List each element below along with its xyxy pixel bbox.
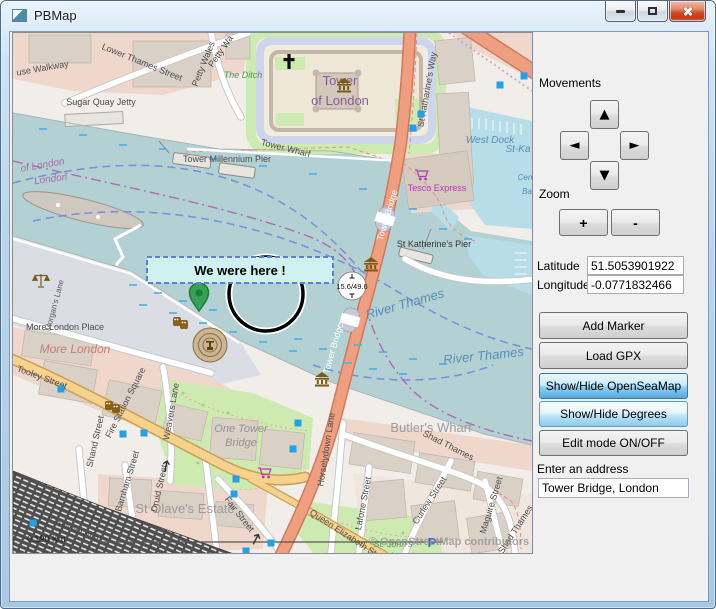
map-label-one-tower: One Tower (214, 423, 269, 435)
map-label-cen: Cen (518, 173, 532, 182)
map-label-sugar-quay-jetty: Sugar Quay Jetty (66, 97, 136, 107)
longitude-input[interactable] (587, 275, 684, 294)
zoom-label: Zoom (539, 187, 570, 201)
edit-handle[interactable] (141, 430, 148, 437)
map-label-more-london: More London (40, 342, 111, 356)
zoom-out-button[interactable]: - (611, 209, 660, 236)
edit-mode-button[interactable]: Edit mode ON/OFF (539, 430, 688, 456)
edit-handle[interactable] (410, 125, 417, 132)
load-gpx-button[interactable]: Load GPX (539, 342, 688, 369)
maximize-icon (648, 7, 657, 15)
map-label-tower-millennium-pier: Tower Millennium Pier (183, 154, 271, 164)
close-icon (682, 5, 694, 17)
minimize-button[interactable] (605, 1, 636, 22)
edit-handle[interactable] (243, 548, 250, 554)
edit-handle[interactable] (58, 386, 65, 393)
left-arrow-icon: ◄ (570, 138, 580, 153)
maximize-button[interactable] (637, 1, 668, 22)
move-up-button[interactable]: ▲ (590, 100, 619, 129)
we-were-here-label[interactable]: We were here ! (147, 257, 333, 283)
edit-handle[interactable] (231, 491, 238, 498)
edit-handle[interactable] (268, 540, 275, 547)
move-left-button[interactable]: ◄ (560, 131, 589, 160)
clearance-text: 15.6/49.6 (336, 282, 367, 291)
edit-handle[interactable] (497, 82, 504, 89)
address-label: Enter an address (537, 462, 628, 476)
amphitheatre-icon (193, 328, 227, 362)
close-button[interactable] (669, 1, 706, 22)
map-label-the-ditch: The Ditch (224, 70, 263, 80)
map-label-0-190-km: 0.190 Km (27, 534, 66, 544)
caption-buttons (605, 1, 706, 22)
map-label-more-london-place: More London Place (26, 322, 104, 332)
move-right-button[interactable]: ► (620, 131, 649, 160)
map-label-churchyard: Churchyard (367, 551, 415, 553)
map-label-st-ka: St-Ka (505, 144, 530, 155)
app-window: PBMap (0, 0, 716, 609)
zoom-in-button[interactable]: + (559, 209, 608, 236)
edit-handle[interactable] (521, 73, 528, 80)
osm-attribution: © OpenStreetMap contributors (369, 536, 529, 548)
titlebar[interactable]: PBMap (1, 1, 715, 31)
edit-handle[interactable] (30, 520, 37, 527)
minimize-icon (616, 10, 625, 13)
movements-label: Movements (539, 76, 601, 90)
toggle-openseamap-button[interactable]: Show/Hide OpenSeaMap (539, 373, 688, 399)
edit-handle[interactable] (120, 431, 127, 438)
map-label-tower: Tower (323, 73, 358, 88)
window-title: PBMap (34, 8, 77, 23)
app-icon (12, 9, 27, 22)
move-down-button[interactable]: ▼ (590, 161, 619, 190)
toggle-degrees-button[interactable]: Show/Hide Degrees (539, 401, 688, 427)
map-label-of-london: of London (311, 93, 369, 108)
latitude-label: Latitude (537, 259, 580, 273)
down-arrow-icon: ▼ (600, 168, 610, 183)
map-label-tesco-express: Tesco Express (408, 183, 467, 193)
up-arrow-icon: ▲ (600, 107, 610, 122)
add-marker-button[interactable]: Add Marker (539, 312, 688, 339)
edit-handle[interactable] (233, 476, 240, 483)
map-label-st-katherine-s-pier: St Katherine's Pier (397, 239, 471, 249)
right-arrow-icon: ► (630, 138, 640, 153)
map-label-bridge: Bridge (225, 437, 257, 449)
map-label-ba: Ba (522, 187, 532, 196)
edit-handle[interactable] (295, 420, 302, 427)
address-input[interactable] (538, 478, 689, 498)
map-canvas[interactable]: use WalkwaySugar Quay JettyLower Thames … (13, 33, 532, 553)
latitude-input[interactable] (587, 256, 684, 275)
edit-handle[interactable] (418, 111, 425, 118)
longitude-label: Longitude (537, 278, 590, 292)
we-were-here-text: We were here ! (194, 263, 286, 278)
map-frame: use WalkwaySugar Quay JettyLower Thames … (12, 32, 533, 554)
edit-handle[interactable] (290, 446, 297, 453)
